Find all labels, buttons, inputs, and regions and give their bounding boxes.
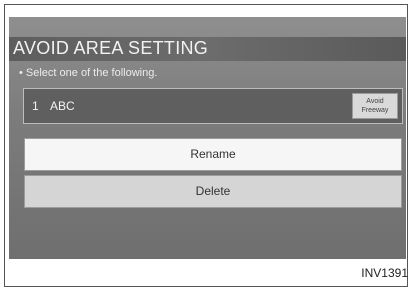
tag-line-2: Freeway bbox=[361, 107, 389, 114]
avoid-area-item[interactable]: 1 ABC Avoid Freeway bbox=[23, 88, 403, 124]
figure-caption: INV1391 bbox=[361, 266, 408, 280]
rename-button[interactable]: Rename bbox=[24, 138, 402, 171]
screen-title: AVOID AREA SETTING bbox=[13, 38, 209, 58]
navigation-screen: AVOID AREA SETTING • Select one of the f… bbox=[9, 17, 406, 259]
tag-line-1: Avoid bbox=[366, 98, 384, 105]
item-name: ABC bbox=[50, 99, 75, 113]
item-number: 1 bbox=[32, 99, 39, 113]
avoid-freeway-tag: Avoid Freeway bbox=[352, 93, 398, 119]
instruction-text: • Select one of the following. bbox=[19, 67, 158, 79]
delete-button[interactable]: Delete bbox=[24, 175, 402, 208]
title-bar: AVOID AREA SETTING bbox=[9, 37, 406, 61]
